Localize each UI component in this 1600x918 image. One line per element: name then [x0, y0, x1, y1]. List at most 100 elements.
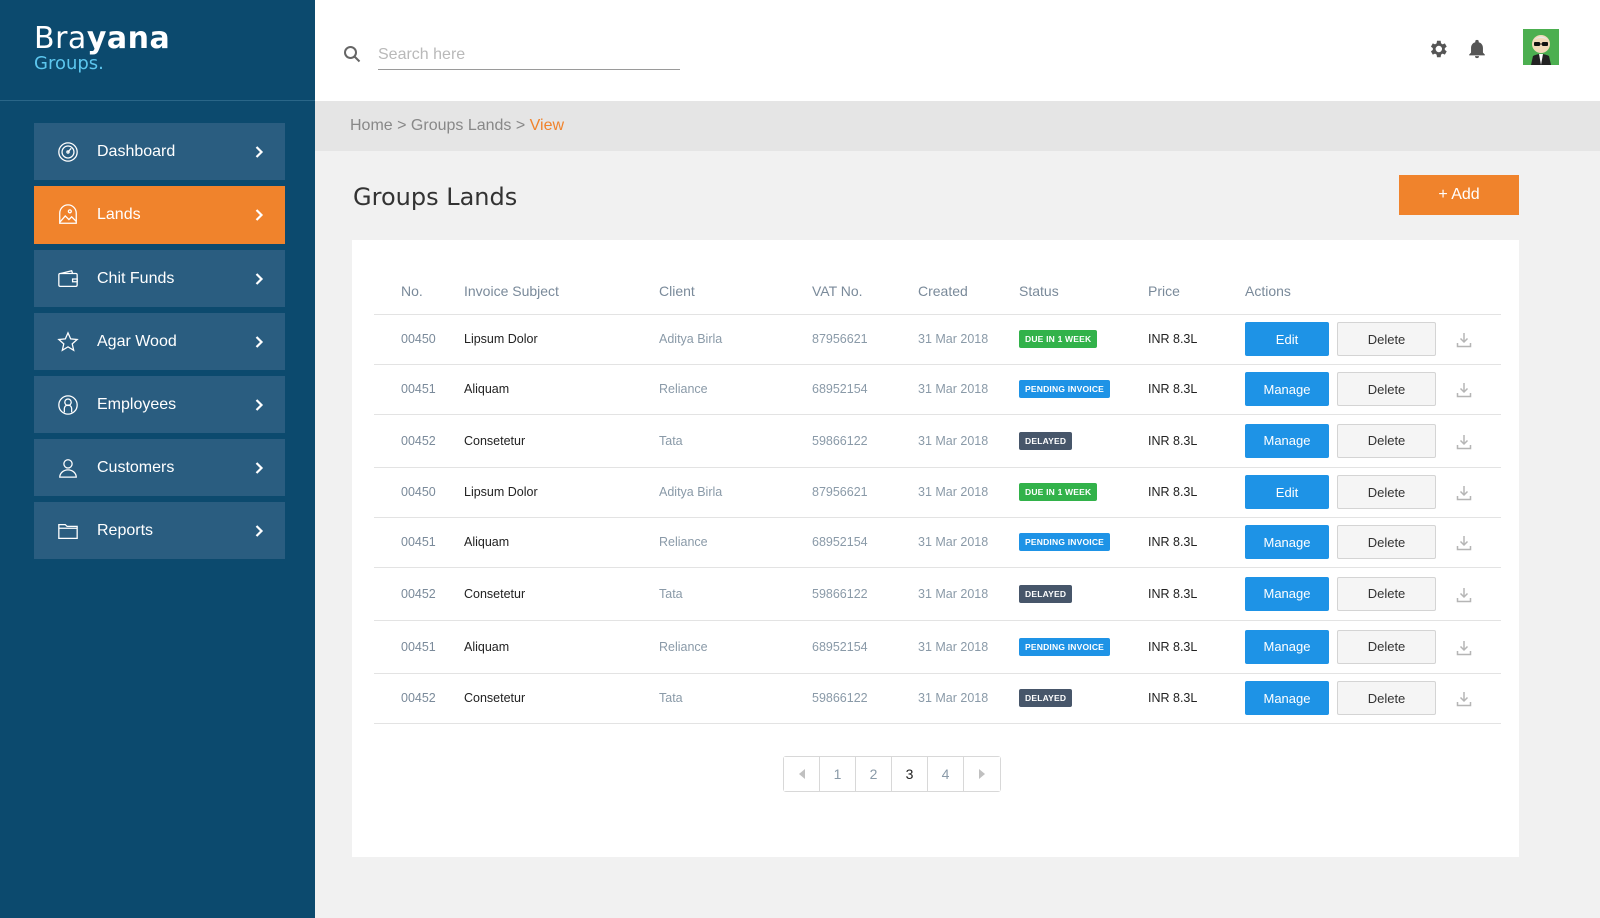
- pagination-page-4[interactable]: 4: [928, 757, 964, 791]
- sidebar-item-label: Chit Funds: [97, 269, 175, 287]
- table-row: 00452 Consetetur Tata 59866122 31 Mar 2018 DE…: [374, 673, 1501, 724]
- chevron-right-icon: [253, 272, 267, 286]
- gear-icon[interactable]: [1427, 38, 1449, 60]
- manage-button[interactable]: Manage: [1245, 629, 1329, 664]
- cell-client: Tata: [659, 567, 812, 621]
- cell-no: 00452: [374, 414, 464, 468]
- manage-button[interactable]: Manage: [1245, 576, 1329, 611]
- cell-created: 31 Mar 2018: [918, 364, 1019, 415]
- edit-button[interactable]: Edit: [1245, 475, 1329, 509]
- download-icon[interactable]: [1456, 640, 1472, 656]
- delete-button[interactable]: Delete: [1337, 423, 1436, 458]
- cell-client: Tata: [659, 673, 812, 724]
- manage-button[interactable]: Manage: [1245, 525, 1329, 559]
- delete-button[interactable]: Delete: [1337, 629, 1436, 664]
- cell-no: 00451: [374, 517, 464, 568]
- delete-button[interactable]: Delete: [1337, 322, 1436, 356]
- breadcrumb-home[interactable]: Home: [350, 117, 393, 134]
- table-row: 00451 Aliquam Reliance 68952154 31 Mar 2018 P…: [374, 364, 1501, 415]
- sidebar-item-label: Dashboard: [97, 142, 176, 160]
- pagination-next[interactable]: [964, 757, 1000, 791]
- pagination-page-3[interactable]: 3: [892, 757, 928, 791]
- sidebar-item-label: Employees: [97, 395, 177, 413]
- person-icon: [56, 456, 80, 480]
- cell-invoice-subject: Consetetur: [464, 414, 659, 468]
- top-header: [315, 0, 1600, 101]
- sidebar-item-agar-wood[interactable]: Agar Wood: [34, 313, 285, 370]
- sidebar-nav: Dashboard Lands Chit Funds Agar Wood Emp…: [0, 101, 315, 559]
- delete-button[interactable]: Delete: [1337, 475, 1436, 509]
- search-icon[interactable]: [343, 45, 361, 63]
- manage-button[interactable]: Manage: [1245, 372, 1329, 406]
- chevron-right-icon: [253, 461, 267, 475]
- cell-price: INR 8.3L: [1148, 620, 1245, 674]
- delete-button[interactable]: Delete: [1337, 681, 1436, 715]
- cell-no: 00451: [374, 364, 464, 415]
- brand-logo[interactable]: Brayana Groups.: [0, 0, 315, 101]
- cell-invoice-subject: Consetetur: [464, 567, 659, 621]
- sidebar-item-reports[interactable]: Reports: [34, 502, 285, 559]
- cell-price: INR 8.3L: [1148, 467, 1245, 518]
- table-header-row: No. Invoice Subject Client VAT No. Creat…: [374, 266, 1501, 315]
- download-icon[interactable]: [1456, 332, 1472, 348]
- cell-created: 31 Mar 2018: [918, 567, 1019, 621]
- cell-actions: Manage Delete: [1245, 567, 1501, 621]
- sidebar-item-dashboard[interactable]: Dashboard: [34, 123, 285, 180]
- cell-actions: Manage Delete: [1245, 517, 1501, 568]
- sidebar-item-customers[interactable]: Customers: [34, 439, 285, 496]
- status-badge: DUE IN 1 WEEK: [1019, 483, 1098, 501]
- pagination: 1 2 3 4: [783, 756, 1001, 792]
- delete-button[interactable]: Delete: [1337, 372, 1436, 406]
- pagination-page-1[interactable]: 1: [820, 757, 856, 791]
- download-icon[interactable]: [1456, 485, 1472, 501]
- manage-button[interactable]: Manage: [1245, 681, 1329, 715]
- cell-no: 00450: [374, 467, 464, 518]
- delete-button[interactable]: Delete: [1337, 576, 1436, 611]
- sidebar-item-chit-funds[interactable]: Chit Funds: [34, 250, 285, 307]
- cell-status: DELAYED: [1019, 567, 1148, 621]
- cell-client: Reliance: [659, 620, 812, 674]
- table-row: 00450 Lipsum Dolor Aditya Birla 87956621 31 …: [374, 467, 1501, 518]
- breadcrumb-groups-lands[interactable]: Groups Lands: [411, 117, 512, 134]
- cell-invoice-subject: Aliquam: [464, 364, 659, 415]
- cell-invoice-subject: Aliquam: [464, 517, 659, 568]
- brand-name-light: Bra: [34, 21, 87, 56]
- sidebar: Brayana Groups. Dashboard Lands Chit Fun…: [0, 0, 315, 918]
- add-button[interactable]: + Add: [1399, 175, 1519, 215]
- invoice-card: No. Invoice Subject Client VAT No. Creat…: [352, 240, 1519, 857]
- download-icon[interactable]: [1456, 691, 1472, 707]
- cell-vat-no: 87956621: [812, 467, 918, 518]
- cell-invoice-subject: Aliquam: [464, 620, 659, 674]
- manage-button[interactable]: Manage: [1245, 423, 1329, 458]
- download-icon[interactable]: [1456, 434, 1472, 450]
- download-icon[interactable]: [1456, 382, 1472, 398]
- cell-client: Reliance: [659, 517, 812, 568]
- pagination-prev[interactable]: [784, 757, 820, 791]
- column-header-price: Price: [1148, 266, 1245, 315]
- status-badge: PENDING INVOICE: [1019, 533, 1111, 551]
- cell-status: PENDING INVOICE: [1019, 517, 1148, 568]
- download-icon[interactable]: [1456, 535, 1472, 551]
- search-input[interactable]: [378, 40, 680, 70]
- cell-price: INR 8.3L: [1148, 517, 1245, 568]
- chevron-right-icon: [253, 398, 267, 412]
- download-icon[interactable]: [1456, 587, 1472, 603]
- delete-button[interactable]: Delete: [1337, 525, 1436, 559]
- sidebar-item-employees[interactable]: Employees: [34, 376, 285, 433]
- cell-client: Aditya Birla: [659, 467, 812, 518]
- column-header-vat-no: VAT No.: [812, 266, 918, 315]
- bell-icon[interactable]: [1466, 38, 1488, 60]
- avatar[interactable]: [1523, 29, 1559, 65]
- pagination-page-2[interactable]: 2: [856, 757, 892, 791]
- cell-no: 00450: [374, 314, 464, 365]
- table-row: 00452 Consetetur Tata 59866122 31 Mar 2018 DE…: [374, 414, 1501, 468]
- sidebar-item-label: Reports: [97, 521, 154, 539]
- cell-no: 00452: [374, 567, 464, 621]
- cell-client: Reliance: [659, 364, 812, 415]
- sidebar-item-lands[interactable]: Lands: [34, 186, 285, 244]
- column-header-status: Status: [1019, 266, 1148, 315]
- cell-created: 31 Mar 2018: [918, 414, 1019, 468]
- cell-status: DELAYED: [1019, 673, 1148, 724]
- cell-price: INR 8.3L: [1148, 314, 1245, 365]
- edit-button[interactable]: Edit: [1245, 322, 1329, 356]
